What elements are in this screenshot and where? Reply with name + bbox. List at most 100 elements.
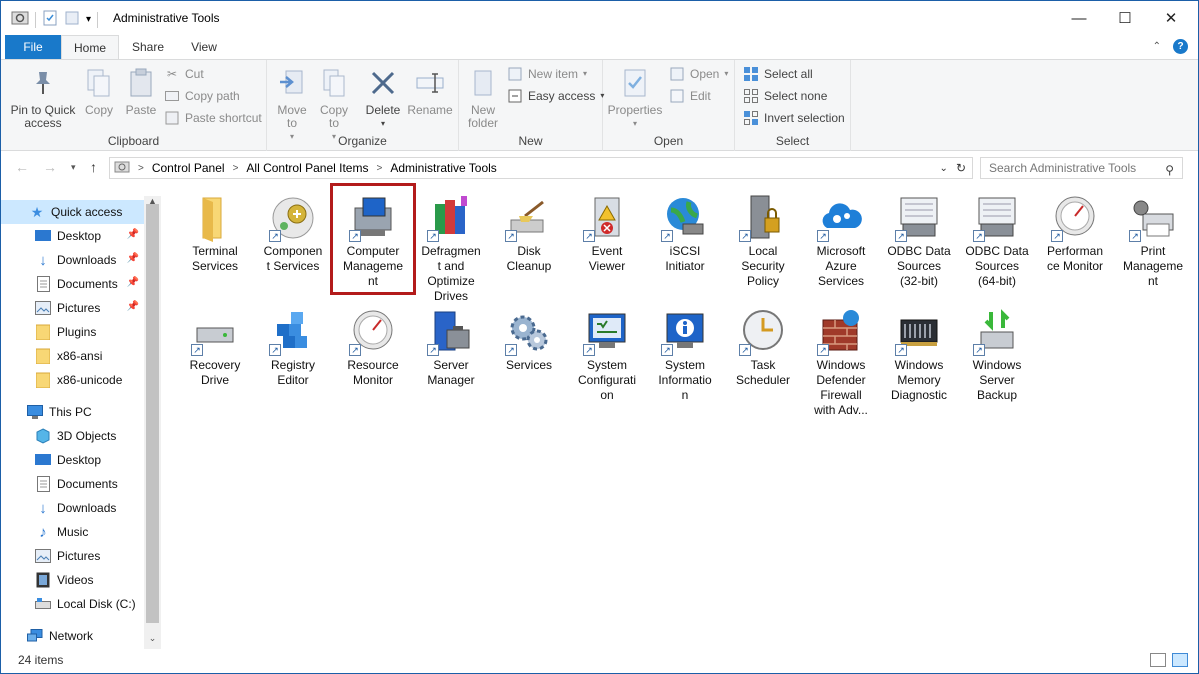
expand-ribbon-icon[interactable]: ⌃ [1153,41,1161,52]
nav-item-downloads[interactable]: ↓ Downloads 📌 [1,248,144,272]
pin-to-quick-access-button[interactable]: Pin to Quick access [7,66,79,130]
move-to-button[interactable]: Move to ▾ [275,66,309,143]
item-computer-management[interactable]: ↗ Computer Manageme nt [330,183,416,295]
open-button[interactable]: Open ▾ [669,64,728,84]
item-disk-cleanup[interactable]: ↗ Disk Cleanup [489,194,569,274]
nav-item-videos[interactable]: Videos [1,568,144,592]
invert-selection-button[interactable]: Invert selection [743,108,845,128]
search-box[interactable]: Search Administrative Tools ⚲ [980,157,1183,179]
item-server-manager[interactable]: ↗ Server Manager [411,308,491,388]
item-system-information[interactable]: ↗ System Informatio n [645,308,725,403]
item-windows-server-backup[interactable]: ↗ Windows Server Backup [957,308,1037,403]
cut-button[interactable]: ✂ Cut [164,64,204,84]
scroll-thumb[interactable] [146,204,159,623]
item-task-scheduler[interactable]: ↗ Task Scheduler [723,308,803,388]
item-event-viewer[interactable]: ↗ Event Viewer [567,194,647,274]
item-windows-defender-firewall[interactable]: ↗ Windows Defender Firewall with Adv... [801,308,881,418]
new-folder-qat-icon[interactable] [64,10,80,29]
nav-pc-downloads-label: Downloads [57,501,117,515]
recent-locations-icon[interactable]: ▾ [71,162,76,173]
copy-path-button[interactable]: Copy path [164,86,240,106]
item-windows-memory-diagnostic[interactable]: ↗ Windows Memory Diagnostic [879,308,959,403]
nav-item-pc-documents[interactable]: Documents [1,472,144,496]
shortcut-arrow-icon: ↗ [427,344,439,356]
item-component-services[interactable]: ↗ Componen t Services [253,194,333,274]
edit-button[interactable]: Edit [669,86,711,106]
back-arrow-icon[interactable]: ← [15,159,29,175]
nav-item-local-disk[interactable]: Local Disk (C:) [1,592,144,616]
properties-button[interactable]: Properties ▾ [607,66,663,130]
item-defragment-drives[interactable]: ↗ Defragmen t and Optimize Drives [411,194,491,304]
item-local-security-policy[interactable]: ↗ Local Security Policy [723,194,803,289]
nav-item-x86-unicode[interactable]: x86-unicode [1,368,144,392]
item-iscsi-initiator[interactable]: ↗ iSCSI Initiator [645,194,725,274]
search-icon: ⚲ [1165,163,1174,177]
breadcrumb-all-items[interactable]: All Control Panel Items [246,161,368,175]
nav-item-x86-ansi[interactable]: x86-ansi [1,344,144,368]
rename-button[interactable]: Rename [407,66,453,117]
nav-item-3d-objects[interactable]: 3D Objects [1,424,144,448]
close-button[interactable]: ✕ [1148,1,1194,35]
copy-to-button[interactable]: Copy to ▾ [317,66,351,143]
item-label: Optimize [427,274,475,288]
nav-this-pc[interactable]: This PC [1,400,144,424]
file-list: Terminal Services ↗ Componen t Services … [171,183,1198,646]
address-dropdown-icon[interactable]: ⌄ [940,163,948,174]
item-system-configuration[interactable]: ↗ System Configurati on [567,308,647,403]
help-button[interactable]: ? [1173,39,1188,54]
item-recovery-drive[interactable]: ↗ Recovery Drive [175,308,255,388]
item-odbc-64[interactable]: ↗ ODBC Data Sources (64-bit) [957,194,1037,289]
delete-button[interactable]: Delete ▾ [363,66,403,130]
item-performance-monitor[interactable]: ↗ Performan ce Monitor [1035,194,1115,274]
pin-label: Pin to Quick access [10,103,76,130]
copy-button[interactable]: Copy [81,66,117,117]
nav-item-pc-desktop[interactable]: Desktop [1,448,144,472]
nav-item-pc-pictures[interactable]: Pictures [1,544,144,568]
tab-file[interactable]: File [5,35,61,59]
nav-documents-label: Documents [57,277,118,291]
nav-quick-access[interactable]: ★ Quick access [1,200,144,224]
item-odbc-32[interactable]: ↗ ODBC Data Sources (32-bit) [879,194,959,289]
nav-music-label: Music [57,525,89,539]
select-none-button[interactable]: Select none [743,86,827,106]
large-icons-view-icon[interactable] [1172,653,1188,667]
breadcrumb-administrative-tools[interactable]: Administrative Tools [390,161,497,175]
tab-home[interactable]: Home [61,35,119,60]
maximize-button[interactable]: ☐ [1102,1,1148,35]
nav-item-pc-downloads[interactable]: ↓ Downloads [1,496,144,520]
nav-item-pictures[interactable]: Pictures 📌 [1,296,144,320]
nav-network[interactable]: Network [1,624,144,648]
item-microsoft-azure-services[interactable]: ↗ Microsoft Azure Services [801,194,881,289]
nav-item-desktop[interactable]: Desktop 📌 [1,224,144,248]
item-terminal-services[interactable]: Terminal Services [175,194,255,274]
details-view-icon[interactable] [1150,653,1166,667]
paste-shortcut-button[interactable]: Paste shortcut [164,108,262,128]
easy-access-button[interactable]: Easy access ▾ [507,86,604,106]
new-item-button[interactable]: New item ▾ [507,64,587,84]
nav-item-plugins[interactable]: Plugins [1,320,144,344]
title-bar: ▾ Administrative Tools — ☐ ✕ [1,1,1198,35]
tab-view[interactable]: View [177,35,231,59]
up-arrow-icon[interactable]: ↑ [90,159,97,175]
item-registry-editor[interactable]: ↗ Registry Editor [253,308,333,388]
nav-scrollbar[interactable]: ▲ ⌄ [144,196,161,649]
nav-item-documents[interactable]: Documents 📌 [1,272,144,296]
breadcrumb-control-panel[interactable]: Control Panel [152,161,225,175]
nav-item-music[interactable]: ♪ Music [1,520,144,544]
item-resource-monitor[interactable]: ↗ Resource Monitor [333,308,413,388]
customize-qat-icon[interactable]: ▾ [86,14,91,25]
tab-share[interactable]: Share [119,35,177,59]
item-services[interactable]: ↗ Services [489,308,569,373]
address-bar[interactable]: > Control Panel > All Control Panel Item… [109,157,973,179]
properties-qat-icon[interactable] [42,10,58,29]
select-all-button[interactable]: Select all [743,64,813,84]
item-label: Terminal [192,244,238,258]
minimize-button[interactable]: — [1056,1,1102,35]
app-icon[interactable] [11,9,29,30]
item-print-management[interactable]: ↗ Print Manageme nt [1113,194,1193,289]
paste-button[interactable]: Paste [121,66,161,117]
forward-arrow-icon[interactable]: → [43,159,57,175]
refresh-icon[interactable]: ↻ [956,161,966,175]
new-folder-button[interactable]: New folder [463,66,503,130]
scroll-down-icon[interactable]: ⌄ [144,633,161,649]
